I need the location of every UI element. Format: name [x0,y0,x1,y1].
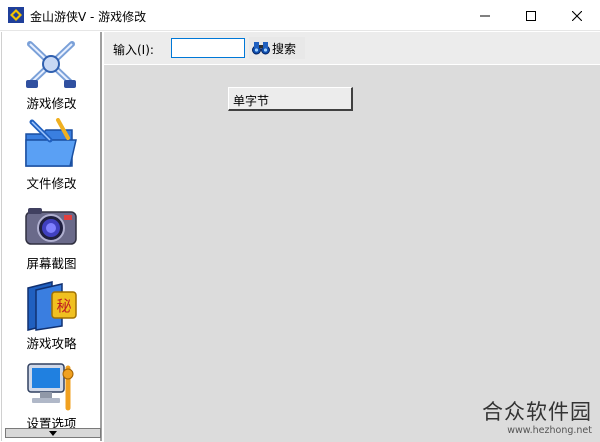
maximize-icon [526,10,536,21]
search-button[interactable]: 搜索 [249,37,305,59]
close-icon [572,10,582,21]
app-logo-icon [8,7,24,23]
sidebar-item-game-modify[interactable]: 游戏修改 [2,32,101,112]
watermark-url: www.hezhong.net [507,425,592,436]
camera-icon [25,208,77,245]
toolbar: 输入(I): 搜索 [104,32,600,65]
sidebar-item-file-modify[interactable]: 文件修改 [2,112,101,192]
sidebar-item-game-guide[interactable]: 秘 游戏攻略 [2,272,101,352]
value-input[interactable] [171,38,245,58]
sidebar-item-label: 游戏修改 [26,96,77,111]
watermark-title: 合众软件园 [482,400,592,424]
computer-settings-icon [27,363,74,411]
sidebar-item-settings[interactable]: 设置选项 [2,352,101,432]
minimize-button[interactable] [462,0,508,31]
sidebar-item-screenshot[interactable]: 屏幕截图 [2,192,101,272]
search-button-label: 搜索 [272,41,297,56]
triangle-down-icon [49,430,57,436]
crossed-swords-icon [26,41,76,88]
input-label: 输入(I): [113,43,154,57]
minimize-icon [480,15,490,16]
sidebar: 游戏修改 文件修改 屏幕截图 秘 游戏攻略 设置选项 [1,32,102,441]
sidebar-item-label: 游戏攻略 [26,336,77,351]
title-bar: 金山游侠V - 游戏修改 [0,0,600,31]
watermark: 合众软件园 www.hezhong.net [472,396,598,440]
sidebar-item-label: 文件修改 [26,176,77,191]
single-byte-button[interactable]: 单字节 [228,87,353,111]
close-button[interactable] [554,0,600,31]
window-title: 金山游侠V - 游戏修改 [30,10,147,24]
svg-text:秘: 秘 [56,297,71,315]
sidebar-scroll-down-button[interactable] [5,428,101,438]
maximize-button[interactable] [508,0,554,31]
secret-book-icon: 秘 [27,281,77,331]
binoculars-icon [252,42,270,55]
main-panel: 输入(I): 搜索 单字节 [104,32,600,442]
folder-pencil-icon [25,118,77,167]
sidebar-item-label: 屏幕截图 [26,256,77,271]
